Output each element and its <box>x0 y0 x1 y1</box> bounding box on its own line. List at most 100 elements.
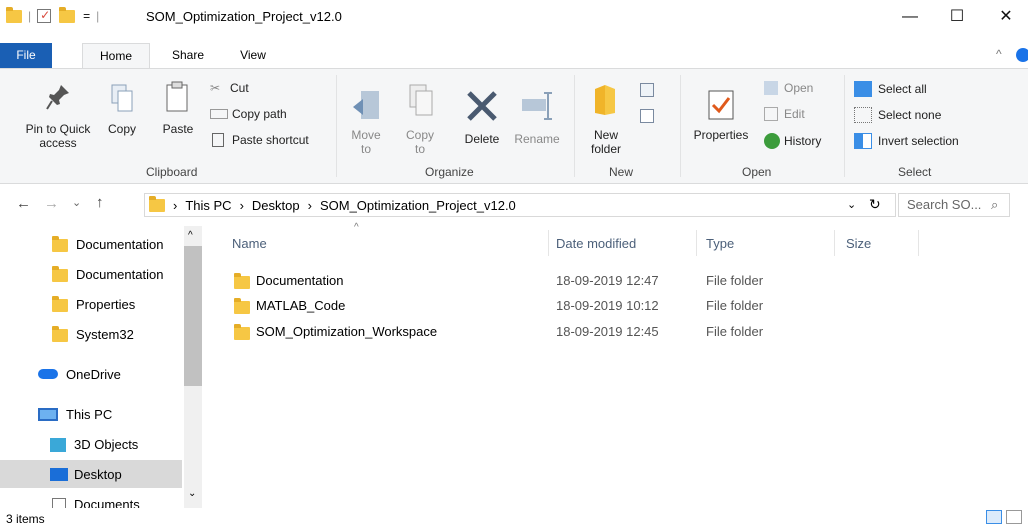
easy-access-icon[interactable] <box>640 109 654 123</box>
folder-icon <box>234 273 250 289</box>
rename-button[interactable]: Rename <box>510 89 564 146</box>
nav-item-3d-objects[interactable]: 3D Objects <box>0 430 182 458</box>
nav-item-desktop[interactable]: Desktop <box>0 460 182 488</box>
recent-chevron-icon[interactable]: ⌄ <box>72 196 81 209</box>
address-row: ← → ⌄ ↑ › This PC › Desktop › SOM_Optimi… <box>0 188 1028 220</box>
up-arrow-icon[interactable]: ↑ <box>96 194 104 211</box>
nav-item-properties[interactable]: Properties <box>0 290 182 318</box>
column-divider <box>548 230 549 256</box>
breadcrumb-desktop[interactable]: Desktop <box>252 198 300 213</box>
nav-item-documentation-2[interactable]: Documentation <box>0 260 182 288</box>
cut-button[interactable]: ✂ Cut <box>210 81 249 95</box>
open-button[interactable]: Open <box>764 81 813 95</box>
table-row[interactable]: MATLAB_Code 18-09-2019 10:12 File folder <box>210 295 1020 317</box>
copy-button[interactable]: Copy <box>104 83 140 136</box>
documents-icon <box>52 498 66 508</box>
breadcrumb-current-folder[interactable]: SOM_Optimization_Project_v12.0 <box>320 198 516 213</box>
nav-item-documentation[interactable]: Documentation <box>0 230 182 258</box>
copy-icon <box>111 84 133 112</box>
select-all-button[interactable]: Select all <box>854 81 927 97</box>
maximize-button[interactable]: ☐ <box>935 4 979 30</box>
refresh-icon[interactable]: ↻ <box>869 196 881 213</box>
folder-icon <box>149 195 165 212</box>
large-icons-view-icon[interactable] <box>1006 510 1022 524</box>
delete-button[interactable]: Delete <box>458 89 506 146</box>
address-bar[interactable]: › This PC › Desktop › SOM_Optimization_P… <box>144 193 896 217</box>
group-divider <box>574 75 575 177</box>
group-divider <box>844 75 845 177</box>
help-icon[interactable] <box>1016 48 1028 62</box>
window-title: SOM_Optimization_Project_v12.0 <box>146 9 342 24</box>
details-view-icon[interactable] <box>986 510 1002 524</box>
quick-access-toolbar: | ✓ = | <box>6 6 99 23</box>
customize-dropdown-icon[interactable]: = <box>83 9 90 23</box>
file-name: Documentation <box>256 273 344 288</box>
properties-check-icon[interactable]: ✓ <box>37 8 52 23</box>
history-button[interactable]: History <box>764 133 821 149</box>
tab-share[interactable]: Share <box>162 43 214 68</box>
edit-button[interactable]: Edit <box>764 107 805 121</box>
tab-home[interactable]: Home <box>82 43 150 68</box>
column-header-name[interactable]: Name <box>232 236 267 251</box>
scroll-up-icon[interactable]: ^ <box>188 230 193 241</box>
paste-icon <box>166 81 188 112</box>
folder-icon <box>6 6 22 23</box>
select-none-icon <box>854 107 872 123</box>
invert-selection-icon <box>854 133 872 149</box>
back-arrow-icon[interactable]: ← <box>16 195 31 212</box>
close-button[interactable]: ✕ <box>984 4 1028 30</box>
file-name: SOM_Optimization_Workspace <box>256 324 438 339</box>
forward-arrow-icon[interactable]: → <box>44 195 59 212</box>
properties-button[interactable]: Properties <box>686 89 756 142</box>
nav-item-documents[interactable]: Documents <box>0 490 182 508</box>
nav-scroll-thumb[interactable] <box>184 246 202 386</box>
copy-path-button[interactable]: Copy path <box>210 107 287 121</box>
minimize-button[interactable]: — <box>888 4 932 30</box>
open-icon <box>764 81 778 95</box>
column-header-date-modified[interactable]: Date modified <box>556 236 636 251</box>
select-none-button[interactable]: Select none <box>854 107 941 123</box>
collapse-ribbon-icon[interactable]: ^ <box>996 47 1002 61</box>
file-date: 18-09-2019 12:45 <box>556 324 659 339</box>
tab-view[interactable]: View <box>228 43 278 68</box>
tab-file[interactable]: File <box>0 43 52 68</box>
file-type: File folder <box>706 273 764 288</box>
new-folder-icon[interactable] <box>59 6 76 23</box>
cloud-icon <box>38 369 58 379</box>
new-folder-button[interactable]: New folder <box>582 81 630 156</box>
column-divider <box>696 230 697 256</box>
column-header-size[interactable]: Size <box>846 236 871 251</box>
paste-shortcut-button[interactable]: Paste shortcut <box>210 133 309 147</box>
search-box[interactable]: Search SO... ⌕ <box>898 193 1010 217</box>
move-to-button[interactable]: Move to <box>346 89 386 156</box>
copy-to-button[interactable]: Copy to <box>400 83 440 156</box>
nav-item-system32[interactable]: System32 <box>0 320 182 348</box>
nav-item-onedrive[interactable]: OneDrive <box>0 360 182 388</box>
folder-icon <box>234 298 250 314</box>
file-name: MATLAB_Code <box>256 298 346 313</box>
table-row[interactable]: SOM_Optimization_Workspace 18-09-2019 12… <box>210 321 1020 343</box>
table-row[interactable]: Documentation 18-09-2019 12:47 File fold… <box>210 270 1020 292</box>
status-item-count: 3 items <box>6 512 45 526</box>
new-item-icon[interactable] <box>640 83 654 97</box>
paste-button[interactable]: Paste <box>156 81 200 136</box>
pin-quick-access-button[interactable]: Pin to Quick access <box>18 83 98 150</box>
breadcrumb-this-pc[interactable]: This PC <box>185 198 231 213</box>
move-to-icon <box>353 91 379 119</box>
search-icon: ⌕ <box>991 197 999 212</box>
ribbon: Pin to Quick access Copy Paste ✂ Cut Cop… <box>0 68 1028 184</box>
select-all-icon <box>854 81 872 97</box>
pin-icon <box>46 85 69 110</box>
address-dropdown-icon[interactable]: ⌄ <box>847 198 856 211</box>
copy-to-icon <box>409 84 433 116</box>
nav-item-this-pc[interactable]: This PC <box>0 400 182 428</box>
organize-group-label: Organize <box>425 165 474 179</box>
file-type: File folder <box>706 324 764 339</box>
group-divider <box>336 75 337 177</box>
column-header-type[interactable]: Type <box>706 236 734 251</box>
history-icon <box>764 133 780 149</box>
new-folder-icon <box>595 85 615 115</box>
scroll-down-icon[interactable]: ⌄ <box>188 488 196 499</box>
search-input[interactable]: Search SO... <box>907 197 981 212</box>
invert-selection-button[interactable]: Invert selection <box>854 133 959 149</box>
